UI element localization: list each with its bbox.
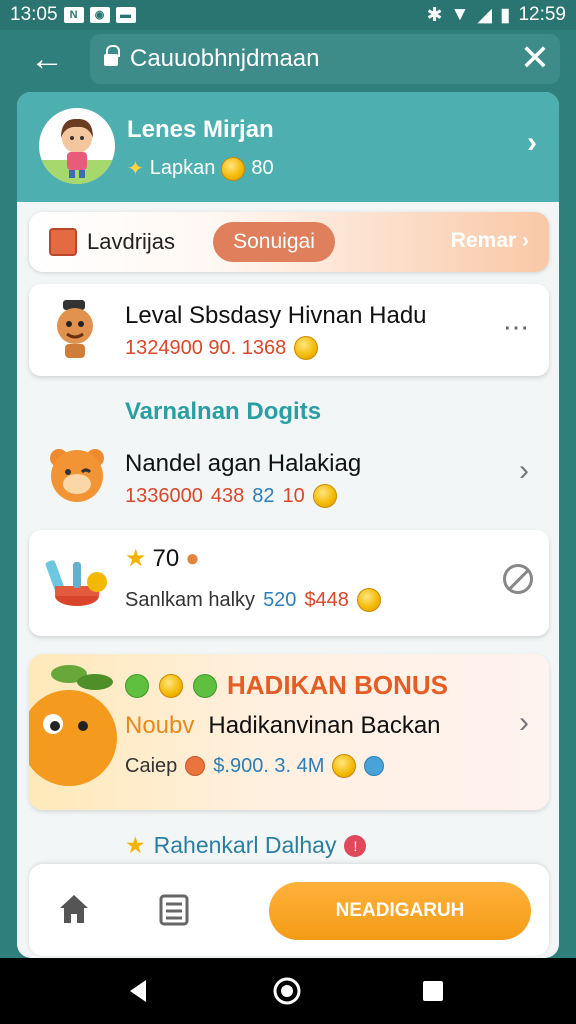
list-item[interactable]: Leval Sbsdasy Hivnan Hadu 1324900 90. 13… [29,284,549,376]
badge-icon [185,756,206,776]
card-stat-value: 82 [252,484,275,507]
card-title: Sanlkam halky [125,588,256,611]
app-bar: ← Cauuobhnjdmaan ✕ [0,30,576,90]
tab-right-label: Remar [450,229,517,252]
card-stat-value: 520 [263,588,297,611]
nav-home-icon[interactable] [272,976,302,1006]
coin-icon [312,484,337,508]
card-stat-value: 1324900 90. 1368 [125,336,287,359]
back-arrow-icon[interactable]: ← [30,42,64,76]
gift-icon [45,560,107,606]
notification-icon: N [63,7,84,23]
section-title: Varnalnan Dogits [125,398,322,425]
notification-icon: ◉ [89,7,110,23]
tab-bar: Lavdrijas Sonuigai Remar › [29,212,549,272]
chevron-right-icon[interactable]: › [527,126,537,160]
bonus-title-row: HADIKAN BONUS [125,670,448,701]
coin-icon [294,336,319,360]
list-item[interactable]: ★ 70 ● Sanlkam halky 520 $448 [29,530,549,636]
character-icon [57,300,93,358]
cat-icon: ● [185,544,200,572]
card-stat-value: 1336000 [125,484,203,507]
profile-subtitle-row: ✦ Lapkan 80 [127,156,274,181]
home-icon[interactable] [57,892,91,926]
lock-icon [104,45,120,67]
card-stat-value: 438 [210,484,245,507]
more-icon[interactable]: ⋯ [503,312,529,343]
list-icon[interactable] [157,892,191,928]
nav-recents-icon[interactable] [422,980,444,1002]
primary-cta-button[interactable]: NEADIGARUH [269,882,531,940]
badge-icon [125,673,149,698]
bag-icon [49,228,77,256]
bonus-subtitle: Hadikanvinan Backan [208,712,441,739]
wifi-icon: ▼ [450,4,470,25]
daily-row[interactable]: ★ Rahenkarl Dalhay ! [125,832,367,859]
bluetooth-icon: ✱ [426,4,443,26]
nav-back-icon[interactable] [126,978,150,1004]
coin-icon [159,673,183,698]
list-item[interactable]: Nandel agan Halakiag 1336000 438 82 10 › [29,432,549,520]
coin-icon [356,588,381,612]
notification-icon: ▬ [115,7,136,23]
status-bar: 13:05 N ◉ ▬ ✱ ▼ ◢ ▮ 12:59 [0,0,576,30]
card-stats: Sanlkam halky 520 $448 [125,588,381,612]
card-stat-value: $448 [304,588,349,611]
bonus-footer: Caiep $.900. 3. 4M [125,754,385,778]
status-time: 13:05 [10,4,58,25]
star-icon: ★ [125,832,146,858]
card-title: Leval Sbsdasy Hivnan Hadu [125,302,427,329]
bonus-lead: Noubv [125,712,195,739]
profile-header[interactable]: Lenes Mirjan ✦ Lapkan 80 › [17,92,559,202]
tiger-icon [50,449,104,502]
check-icon [193,673,217,698]
score-row: ★ 70 ● [125,544,200,573]
status-clock: 12:59 [518,4,566,25]
chevron-right-icon[interactable]: › [519,706,529,740]
profile-coins: 80 [251,157,274,179]
url-bar[interactable]: Cauuobhnjdmaan [90,34,560,84]
close-icon[interactable]: ✕ [520,40,550,76]
bonus-footer-label: Caiep [125,754,178,777]
profile-subtitle: Lapkan [149,157,216,179]
coin-icon [221,156,246,181]
coin-icon [332,754,357,778]
tab-pill[interactable]: Sonuigai [213,222,335,262]
battery-icon: ▮ [499,4,511,26]
system-nav-bar [0,958,576,1024]
card-title: Nandel agan Halakiag [125,450,362,477]
bonus-subtitle-row: Noubv Hadikanvinan Backan [125,712,441,740]
card-stats: 1324900 90. 1368 [125,336,319,360]
score-value: 70 [152,544,180,572]
url-text: Cauuobhnjdmaan [130,45,320,72]
bonus-title: HADIKAN BONUS [227,670,448,700]
star-icon: ★ [125,545,147,572]
tab-label[interactable]: Lavdrijas [87,229,175,255]
avatar [39,108,115,184]
chevron-right-icon[interactable]: › [519,454,529,488]
card-stat-value: 10 [282,484,305,507]
tab-right-link[interactable]: Remar › [451,229,529,253]
bonus-footer-value: $.900. 3. 4M [213,754,325,777]
main-panel: Lenes Mirjan ✦ Lapkan 80 › Lavdrijas Son… [17,92,559,958]
sparkle-icon: ✦ [127,158,144,180]
profile-name: Lenes Mirjan [127,116,274,143]
block-icon[interactable] [503,564,533,594]
orange-mascot-icon [29,665,117,786]
alert-badge-icon: ! [344,834,367,857]
diamond-icon [364,756,385,776]
daily-label: Rahenkarl Dalhay [153,832,337,858]
signal-icon: ◢ [477,4,492,26]
card-stats: 1336000 438 82 10 [125,484,337,508]
bottom-nav: NEADIGARUH [29,864,549,956]
bonus-card[interactable]: HADIKAN BONUS Noubv Hadikanvinan Backan … [29,654,549,810]
